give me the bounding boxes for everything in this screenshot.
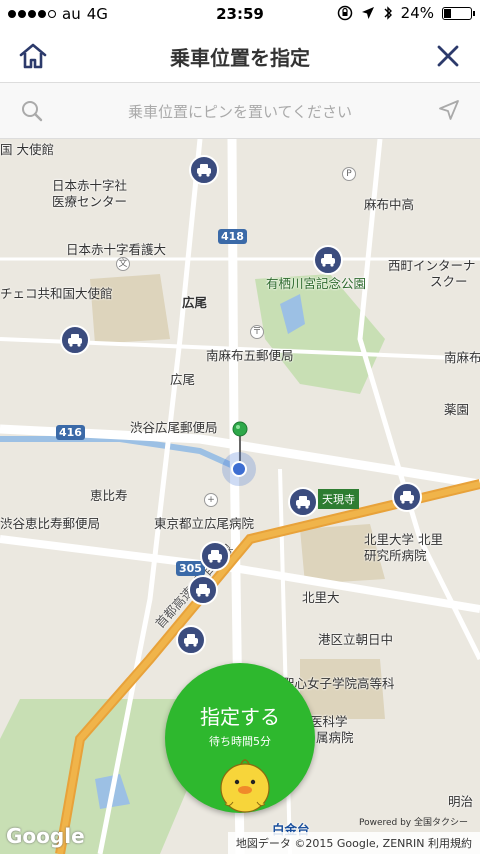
map-label: 研究所病院 xyxy=(364,548,427,563)
station-label: 天現寺 xyxy=(318,489,359,509)
nav-bar: 乗車位置を指定 xyxy=(0,28,480,83)
page-title: 乗車位置を指定 xyxy=(170,46,310,70)
taxi-icon[interactable] xyxy=(200,541,230,571)
map-label: 渋谷広尾郵便局 xyxy=(130,420,218,435)
map-label: 港区立朝日中 xyxy=(318,632,394,647)
powered-by: Powered by 全国タクシー xyxy=(358,818,468,828)
map-label: 国 大使館 xyxy=(0,142,54,157)
taxi-icon[interactable] xyxy=(176,625,206,655)
battery-percent: 24% xyxy=(400,4,434,22)
close-icon[interactable] xyxy=(434,42,462,70)
map-label: 南麻布 xyxy=(444,350,480,365)
confirm-label: 指定する xyxy=(200,705,280,729)
battery-icon xyxy=(442,6,475,20)
search-bar[interactable]: 乗車位置にピンを置いてください xyxy=(0,83,480,139)
map-label: 渋谷恵比寿郵便局 xyxy=(0,516,101,531)
school-icon: 文 xyxy=(116,257,130,271)
wait-time: 待ち時間5分 xyxy=(209,735,271,748)
map-label: 麻布中高 xyxy=(364,197,415,212)
map-label: チェコ共和国大使館 xyxy=(0,286,113,301)
post-office-icon: 〒 xyxy=(250,325,264,339)
lock-rotation-icon xyxy=(337,5,352,21)
status-bar: au 4G 23:59 24% xyxy=(0,0,480,28)
map-label: 明治 xyxy=(448,794,474,809)
map-label: 東京都立広尾病院 xyxy=(154,516,255,531)
map-label: 属病院 xyxy=(316,730,354,745)
google-logo: Google xyxy=(6,824,85,848)
hospital-icon: + xyxy=(204,493,218,507)
bluetooth-icon xyxy=(384,6,392,20)
map-label: 聖心女子学院高等科 xyxy=(282,676,395,691)
taxi-icon[interactable] xyxy=(392,482,422,512)
taxi-icon[interactable] xyxy=(60,325,90,355)
map-label: スクー xyxy=(430,274,468,289)
map-label: 日本赤十字看護大 xyxy=(66,242,167,257)
map-label: 恵比寿 xyxy=(90,488,128,503)
location-arrow-icon xyxy=(361,7,374,19)
taxi-icon[interactable] xyxy=(189,155,219,185)
taxi-icon[interactable] xyxy=(313,245,343,275)
mascot-chick-icon xyxy=(220,759,270,813)
route-305-shield: 305 xyxy=(176,561,205,576)
taxi-icon[interactable] xyxy=(288,487,318,517)
map-label: 南麻布五郵便局 xyxy=(206,348,294,363)
map-attribution[interactable]: 地図データ ©2015 Google, ZENRIN 利用規約 xyxy=(227,832,480,854)
taxi-icon[interactable] xyxy=(188,575,218,605)
route-418-shield: 418 xyxy=(218,229,247,244)
map-label: 北里大 xyxy=(302,590,340,605)
map-label: 有栖川宮記念公園 xyxy=(266,276,367,291)
route-416-shield: 416 xyxy=(56,425,85,440)
map-label: 広尾 xyxy=(170,372,196,387)
map-label: 医療センター xyxy=(52,194,128,209)
search-input[interactable]: 乗車位置にピンを置いてください xyxy=(0,101,480,122)
parking-icon: P xyxy=(342,167,356,181)
map-label: 広尾 xyxy=(182,295,208,310)
current-location-icon[interactable] xyxy=(438,99,460,121)
map-label: 薬園 xyxy=(444,402,470,417)
current-location-dot xyxy=(222,452,256,486)
